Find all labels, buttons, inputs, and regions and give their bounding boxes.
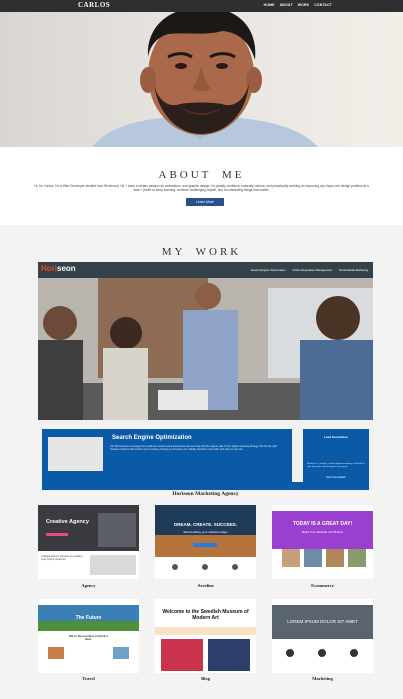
sidebar-title: Lead Generation (324, 435, 348, 439)
top-navbar: CARLOS HOME ABOUT WORK CONTACT (0, 0, 403, 12)
horiseon-stripe (42, 482, 369, 490)
seo-image (48, 437, 103, 471)
portrait-illustration (92, 12, 318, 147)
site-brand[interactable]: CARLOS (78, 1, 110, 9)
thumb-tagline: LOREM IPSUM DOLOR SIT AMET (287, 619, 358, 624)
thumb-sub: A digital agency focused on creating you… (41, 555, 83, 562)
thumb-sub: Start building your website today! (183, 530, 228, 534)
work-title: MY WORK (161, 246, 242, 258)
thumb-tagline: Welcome to the Swedish Museum of Modern … (162, 609, 249, 621)
horiseon-nav-item: Social Media Marketing (338, 268, 368, 272)
nav-link-contact[interactable]: CONTACT (314, 3, 332, 7)
about-text: Hi, I'm Carlos. I'm a Web Developer stud… (34, 184, 369, 192)
hero-portrait (0, 12, 403, 147)
horiseon-seo-box: Search Engine Optimization Our SEO Servi… (42, 429, 292, 483)
project-thumb-aeroline[interactable]: DREAM. CREATE. SUCCEED. Start building y… (155, 505, 256, 579)
nav-links: HOME ABOUT WORK CONTACT (264, 3, 332, 7)
project-caption: Marketing (312, 676, 333, 681)
horiseon-nav-item: Search Engine Optimization (250, 268, 286, 272)
thumb-tagline: TODAY IS A GREAT DAY! (292, 521, 353, 527)
thumb-tagline: The Future (75, 615, 102, 621)
project-thumb-ecommerce[interactable]: TODAY IS A GREAT DAY! Build Your Website… (272, 505, 373, 579)
project-caption: Blog (201, 676, 210, 681)
about-section: ABOUT ME Hi, I'm Carlos. I'm a Web Devel… (0, 147, 403, 225)
horiseon-hero-photo (38, 278, 373, 420)
thumb-sub: Build Your Website with Bulma (302, 530, 343, 534)
horiseon-nav: Search Engine Optimization Online Reputa… (251, 268, 368, 272)
project-caption: Agency (81, 583, 96, 588)
project-caption: Travel (82, 676, 95, 681)
featured-caption: Horiseon Marketing Agency (172, 491, 239, 497)
about-title: ABOUT ME (158, 169, 245, 181)
project-thumb-agency[interactable]: Creative Agency A digital agency focused… (38, 505, 139, 579)
horiseon-sidebar: Lead Generation Whether it's Google, or … (303, 429, 369, 483)
nav-link-home[interactable]: HOME (264, 3, 275, 7)
featured-project-horiseon[interactable]: Horiseon Search Engine Optimization Onli… (38, 262, 373, 490)
nav-link-work[interactable]: WORK (298, 3, 310, 7)
project-thumb-marketing[interactable]: LOREM IPSUM DOLOR SIT AMET (272, 599, 373, 673)
sidebar-text: Whether it's Google, or other digital ma… (307, 463, 365, 468)
learn-more-button[interactable]: Learn More (186, 198, 224, 206)
project-caption: Ecommerce (311, 583, 334, 588)
thumb-tagline: Creative Agency (46, 519, 89, 525)
thumb-tagline: DREAM. CREATE. SUCCEED. (174, 522, 237, 527)
project-thumb-travel[interactable]: The Future We've Re-prioritize to Drink … (38, 599, 139, 673)
horiseon-nav-item: Online Reputation Management (292, 268, 332, 272)
project-caption: Aeroline (197, 583, 214, 588)
seo-title: Search Engine Optimization (112, 435, 192, 441)
horiseon-logo: Horiseon (41, 264, 76, 273)
seo-text: Our SEO Services is designed for small a… (110, 445, 277, 451)
thumb-sub: We've Re-prioritize to Drink a Beer (69, 634, 108, 642)
sidebar-cta: Get A Consultation (326, 476, 346, 479)
project-thumb-blog[interactable]: Welcome to the Swedish Museum of Modern … (155, 599, 256, 673)
nav-link-about[interactable]: ABOUT (280, 3, 293, 7)
